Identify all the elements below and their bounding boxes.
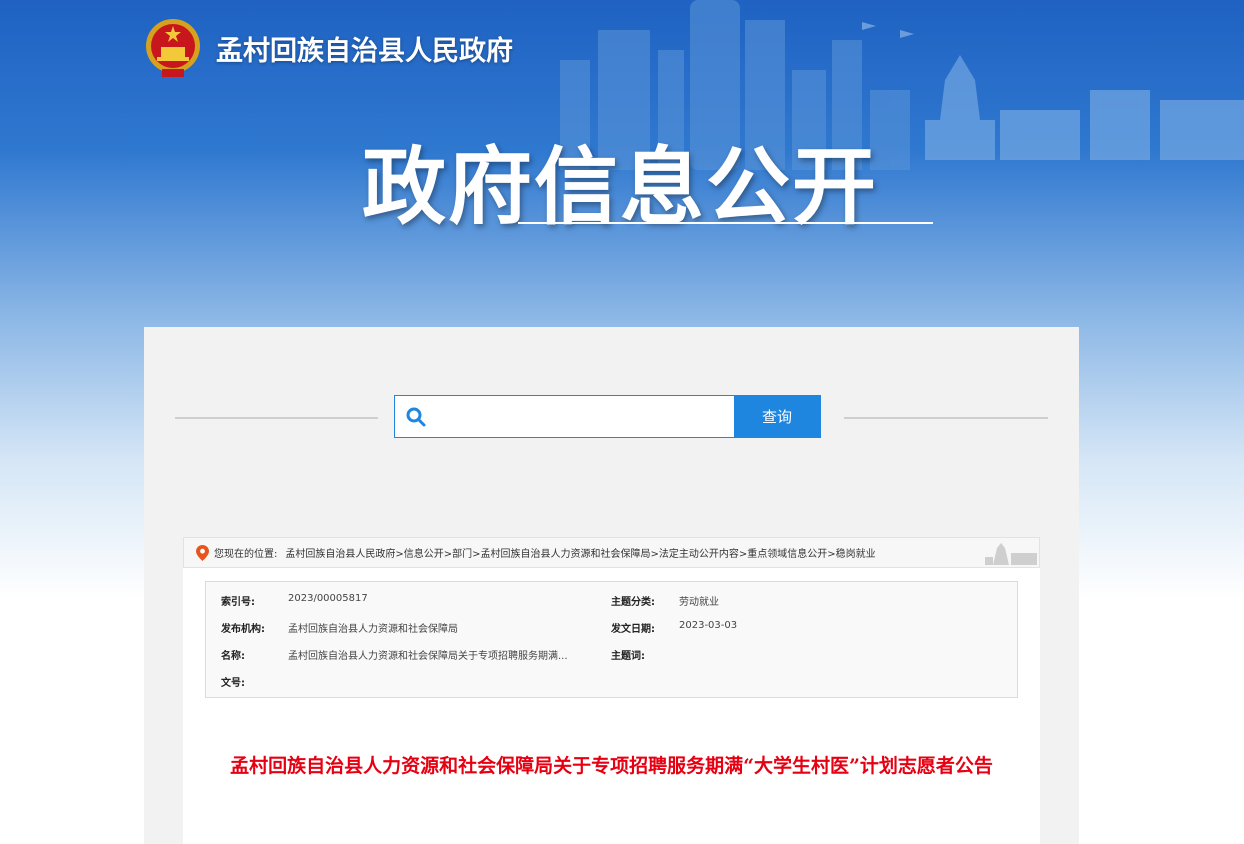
index-label: 索引号: <box>221 597 255 608</box>
name-label: 名称: <box>221 651 245 662</box>
search-input[interactable] <box>437 396 734 437</box>
breadcrumb-path[interactable]: 孟村回族自治县人民政府>信息公开>部门>孟村回族自治县人力资源和社会保障局>法定… <box>285 545 875 560</box>
date-label: 发文日期: <box>611 624 655 635</box>
keywords-label: 主题词: <box>611 651 645 662</box>
site-name: 孟村回族自治县人民政府 <box>216 35 513 67</box>
document-metadata: 索引号: 2023/00005817 主题分类: 劳动就业 发布机构: 孟村回族… <box>205 581 1018 698</box>
search-bar: 查询 <box>394 395 821 438</box>
hero-underline <box>518 222 933 224</box>
site-brand[interactable]: 孟村回族自治县人民政府 <box>144 16 513 80</box>
category-value: 劳动就业 <box>679 597 719 608</box>
publisher-value: 孟村回族自治县人力资源和社会保障局 <box>288 624 458 635</box>
breadcrumb-prefix: 您现在的位置: <box>214 549 278 560</box>
location-pin-icon <box>196 544 209 561</box>
date-value: 2023-03-03 <box>679 620 738 631</box>
pagoda-decoration-icon <box>985 543 1037 565</box>
search-icon <box>395 396 437 437</box>
search-divider-right <box>844 417 1048 419</box>
search-button[interactable]: 查询 <box>734 396 820 437</box>
national-emblem-icon <box>146 19 200 77</box>
category-label: 主题分类: <box>611 597 655 608</box>
publisher-label: 发布机构: <box>221 624 265 635</box>
index-value: 2023/00005817 <box>288 593 368 604</box>
breadcrumb: 您现在的位置: 孟村回族自治县人民政府>信息公开>部门>孟村回族自治县人力资源和… <box>183 537 1040 568</box>
name-value: 孟村回族自治县人力资源和社会保障局关于专项招聘服务期满... <box>288 651 568 662</box>
search-divider-left <box>175 417 378 419</box>
docno-label: 文号: <box>221 678 245 689</box>
article-title: 孟村回族自治县人力资源和社会保障局关于专项招聘服务期满“大学生村医”计划志愿者公… <box>230 755 993 777</box>
